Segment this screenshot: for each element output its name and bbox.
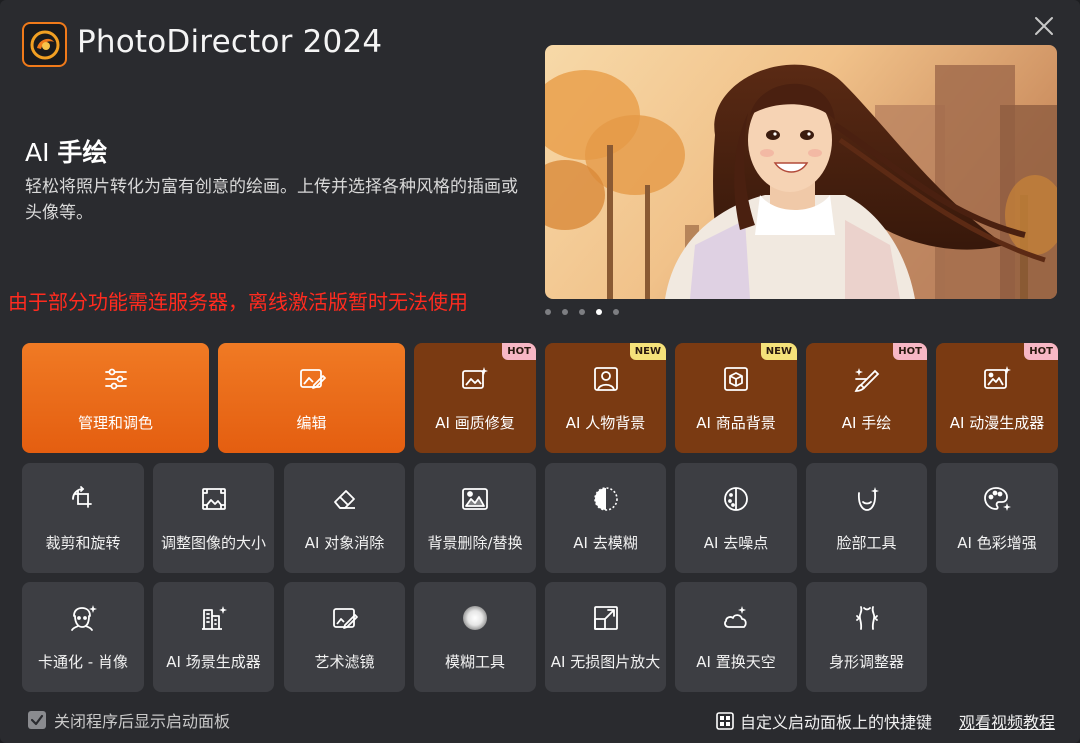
- tile-ai-object-removal[interactable]: AI 对象消除: [284, 463, 405, 573]
- background-swap-icon: [461, 485, 489, 513]
- feature-description: 轻松将照片转化为富有创意的绘画。上传并选择各种风格的插画或头像等。: [25, 177, 518, 223]
- tile-label: 艺术滤镜: [314, 653, 375, 671]
- anime-frame-icon: [983, 365, 1011, 393]
- show-launcher-checkbox[interactable]: 关闭程序后显示启动面板: [28, 708, 230, 732]
- deblur-icon: [592, 485, 620, 513]
- tile-ai-lossless-upscale[interactable]: AI 无损图片放大: [545, 582, 666, 692]
- tile-label: 管理和调色: [77, 414, 153, 432]
- customize-shortcuts-label: 自定义启动面板上的快捷键: [740, 713, 933, 732]
- grid-icon: [716, 712, 734, 730]
- eraser-icon: [331, 485, 359, 513]
- tile-label: 编辑: [296, 414, 327, 432]
- tile-resize-image[interactable]: 调整图像的大小: [153, 463, 274, 573]
- image-sparkle-icon: [461, 365, 489, 393]
- tile-body-shaper[interactable]: 身形调整器: [806, 582, 927, 692]
- checkbox[interactable]: [28, 711, 46, 729]
- sky-sparkle-icon: [722, 604, 750, 632]
- tile-label: AI 动漫生成器: [949, 414, 1045, 432]
- tile-ai-anime-generator[interactable]: HOT AI 动漫生成器: [936, 343, 1058, 453]
- tile-ai-person-background[interactable]: NEW AI 人物背景: [545, 343, 666, 453]
- art-filter-icon: [331, 604, 359, 632]
- tile-label: AI 人物背景: [565, 414, 646, 432]
- watch-tutorial-link[interactable]: 观看视频教程: [959, 709, 1055, 733]
- sliders-icon: [102, 365, 130, 393]
- tile-label: 裁剪和旋转: [45, 534, 121, 552]
- app-title: PhotoDirector 2024: [77, 24, 383, 60]
- tile-label: AI 手绘: [841, 414, 892, 432]
- brush-sparkle-icon: [853, 365, 881, 393]
- tile-ai-product-background[interactable]: NEW AI 商品背景: [675, 343, 797, 453]
- tile-label: AI 画质修复: [435, 414, 515, 432]
- person-frame-icon: [592, 365, 620, 393]
- tile-label: AI 商品背景: [696, 414, 776, 432]
- product-frame-icon: [722, 365, 750, 393]
- face-icon: [853, 485, 881, 513]
- new-badge: NEW: [629, 343, 666, 360]
- tile-label: 背景删除/替换: [427, 534, 523, 552]
- crop-rotate-icon: [69, 485, 97, 513]
- hot-badge: HOT: [1024, 343, 1058, 360]
- tile-ai-denoise[interactable]: AI 去噪点: [675, 463, 797, 573]
- feature-title: AI 手绘: [25, 133, 107, 169]
- tile-label: AI 无损图片放大: [550, 653, 661, 671]
- tile-blur-tool[interactable]: 模糊工具: [414, 582, 536, 692]
- tile-background-remove-replace[interactable]: 背景删除/替换: [414, 463, 536, 573]
- tile-ai-hand-drawing[interactable]: HOT AI 手绘: [806, 343, 927, 453]
- image-edit-icon: [298, 365, 326, 393]
- cartoon-face-icon: [69, 604, 97, 632]
- tile-edit[interactable]: 编辑: [218, 343, 405, 453]
- denoise-icon: [722, 485, 750, 513]
- hot-badge: HOT: [893, 343, 927, 360]
- feature-preview-image: [545, 45, 1057, 299]
- feature-title-prefix: AI: [25, 138, 58, 167]
- hot-badge: HOT: [502, 343, 536, 360]
- close-icon: [1035, 17, 1053, 35]
- carousel-dot[interactable]: [562, 309, 568, 315]
- tile-label: 卡通化 - 肖像: [38, 653, 128, 671]
- tile-label: AI 色彩增强: [957, 534, 1037, 552]
- carousel-dot[interactable]: [579, 309, 585, 315]
- tile-cartoonize-portrait[interactable]: 卡通化 - 肖像: [22, 582, 144, 692]
- tile-art-filter[interactable]: 艺术滤镜: [284, 582, 405, 692]
- tile-crop-rotate[interactable]: 裁剪和旋转: [22, 463, 144, 573]
- tile-label: AI 去模糊: [573, 534, 638, 552]
- feature-title-main: 手绘: [57, 138, 108, 167]
- tile-ai-quality-restore[interactable]: HOT AI 画质修复: [414, 343, 536, 453]
- tile-label: AI 去噪点: [703, 534, 769, 552]
- tile-ai-color-enhance[interactable]: AI 色彩增强: [936, 463, 1058, 573]
- close-button[interactable]: [1028, 10, 1060, 42]
- carousel-dot[interactable]: [545, 309, 551, 315]
- tile-label: 调整图像的大小: [160, 534, 266, 552]
- launcher-window: PhotoDirector 2024 AI 手绘 轻松将照片转化为富有创意的绘画…: [0, 0, 1080, 743]
- body-shape-icon: [853, 604, 881, 632]
- tile-manage-and-color[interactable]: 管理和调色: [22, 343, 209, 453]
- new-badge: NEW: [760, 343, 797, 360]
- upscale-icon: [592, 604, 620, 632]
- tile-face-tools[interactable]: 脸部工具: [806, 463, 927, 573]
- customize-shortcuts-link[interactable]: 自定义启动面板上的快捷键: [716, 709, 932, 733]
- tile-label: AI 对象消除: [304, 534, 385, 552]
- tile-label: AI 场景生成器: [166, 653, 261, 671]
- checkbox-label: 关闭程序后显示启动面板: [54, 712, 231, 731]
- resize-image-icon: [200, 485, 228, 513]
- carousel-dot[interactable]: [613, 309, 619, 315]
- checkmark-icon: [30, 714, 44, 726]
- scene-sparkle-icon: [200, 604, 228, 632]
- carousel-indicator: [545, 309, 619, 315]
- tile-label: AI 置换天空: [696, 653, 776, 671]
- tile-ai-deblur[interactable]: AI 去模糊: [545, 463, 666, 573]
- tile-ai-scene-generator[interactable]: AI 场景生成器: [153, 582, 274, 692]
- photodirector-logo-icon: [22, 22, 67, 67]
- tile-label: 脸部工具: [836, 534, 897, 552]
- offline-notice: 由于部分功能需连服务器，离线激活版暂时无法使用: [8, 290, 468, 314]
- palette-sparkle-icon: [983, 485, 1011, 513]
- tile-ai-sky-replace[interactable]: AI 置换天空: [675, 582, 797, 692]
- blur-circle-icon: [461, 604, 489, 632]
- tile-label: 模糊工具: [444, 653, 505, 671]
- tile-label: 身形调整器: [828, 653, 904, 671]
- carousel-dot-active[interactable]: [596, 309, 602, 315]
